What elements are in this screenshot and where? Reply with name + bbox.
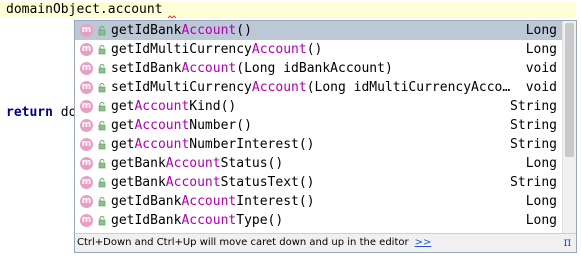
completion-item-signature: getAccountNumber(): [111, 118, 252, 133]
completion-item[interactable]: m setIdBankAccount(Long idBankAccount) voi…: [75, 59, 563, 78]
return-type: String: [510, 137, 557, 152]
method-icon: m: [80, 195, 93, 208]
code-line-2[interactable]: return do: [6, 105, 76, 121]
completion-item[interactable]: m getIdBankAccountType() Long: [75, 211, 563, 230]
match-highlight: Account: [181, 23, 237, 38]
completion-item[interactable]: m getBankAccountStatusText() String: [75, 173, 563, 192]
completion-item-signature: getIdBankAccount(): [111, 23, 252, 38]
completion-footer: Ctrl+Down and Ctrl+Up will move caret do…: [75, 233, 576, 252]
return-type: Long: [525, 213, 557, 228]
match-highlight: Account: [181, 194, 237, 209]
completion-item-signature: setIdBankAccount(Long idBankAccount): [111, 61, 393, 76]
return-type: void: [525, 80, 557, 95]
method-icon: m: [80, 138, 93, 151]
completion-item[interactable]: m getBankAccountStatus() Long: [75, 154, 563, 173]
return-keyword: return: [6, 105, 53, 120]
error-squiggle-icon: [168, 15, 176, 19]
public-lock-icon: [98, 45, 106, 55]
completion-item-signature: getIdBankAccountType(): [111, 213, 284, 228]
method-icon: m: [80, 100, 93, 113]
method-icon: m: [80, 214, 93, 227]
completion-item[interactable]: m getIdMultiCurrencyAccount() Long: [75, 40, 563, 59]
public-lock-icon: [98, 64, 106, 74]
completion-item[interactable]: m getIdBankAccountInterest() Long: [75, 192, 563, 211]
completion-item-signature: getIdBankAccountInterest(): [111, 194, 315, 209]
completion-item-signature: getIdMultiCurrencyAccount(): [111, 42, 323, 57]
method-icon: m: [80, 81, 93, 94]
match-highlight: Account: [134, 99, 190, 114]
code-line-1[interactable]: domainObject.account: [0, 2, 575, 18]
code-line-2-rest: do: [52, 105, 77, 120]
match-highlight: Account: [251, 80, 307, 95]
scrollbar-thumb[interactable]: [565, 23, 574, 157]
pi-icon[interactable]: π: [561, 236, 574, 249]
match-highlight: Account: [165, 156, 221, 171]
scrollbar[interactable]: [562, 21, 576, 235]
completion-item[interactable]: m getIdBankAccount() Long: [75, 21, 563, 40]
public-lock-icon: [98, 178, 106, 188]
public-lock-icon: [98, 26, 106, 36]
return-type: String: [510, 118, 557, 133]
return-type: String: [510, 175, 557, 190]
method-icon: m: [80, 176, 93, 189]
public-lock-icon: [98, 197, 106, 207]
completion-item-signature: setIdMultiCurrencyAccount(Long idMultiCu…: [111, 80, 511, 95]
footer-hint: Ctrl+Down and Ctrl+Up will move caret do…: [77, 237, 409, 248]
match-highlight: Account: [181, 213, 237, 228]
match-highlight: Account: [181, 61, 237, 76]
completion-item-signature: getAccountNumberInterest(): [111, 137, 315, 152]
return-type: Long: [525, 156, 557, 171]
public-lock-icon: [98, 159, 106, 169]
completion-item[interactable]: m getAccountKind() String: [75, 97, 563, 116]
method-icon: m: [80, 43, 93, 56]
completion-item[interactable]: m getAccountNumber() String: [75, 116, 563, 135]
return-type: Long: [525, 194, 557, 209]
return-type: Long: [525, 42, 557, 57]
public-lock-icon: [98, 121, 106, 131]
method-icon: m: [80, 24, 93, 37]
return-type: void: [525, 61, 557, 76]
match-highlight: Account: [165, 175, 221, 190]
completion-list[interactable]: m getIdBankAccount() Long m getIdMultiCurren…: [75, 21, 563, 235]
public-lock-icon: [98, 102, 106, 112]
completion-item-signature: getBankAccountStatusText(): [111, 175, 315, 190]
completion-item[interactable]: m getAccountNumberInterest() String: [75, 135, 563, 154]
footer-more-link[interactable]: >>: [415, 237, 432, 248]
return-type: Long: [525, 23, 557, 38]
public-lock-icon: [98, 83, 106, 93]
completion-item-signature: getBankAccountStatus(): [111, 156, 284, 171]
public-lock-icon: [98, 140, 106, 150]
completion-item[interactable]: m setIdMultiCurrencyAccount(Long idMultiC…: [75, 78, 563, 97]
method-icon: m: [80, 157, 93, 170]
method-icon: m: [80, 119, 93, 132]
match-highlight: Account: [134, 118, 190, 133]
completion-popup: m getIdBankAccount() Long m getIdMultiCurren…: [74, 20, 577, 253]
return-type: String: [510, 99, 557, 114]
completion-item-signature: getAccountKind(): [111, 99, 237, 114]
match-highlight: Account: [251, 42, 307, 57]
public-lock-icon: [98, 216, 106, 226]
match-highlight: Account: [134, 137, 190, 152]
method-icon: m: [80, 62, 93, 75]
